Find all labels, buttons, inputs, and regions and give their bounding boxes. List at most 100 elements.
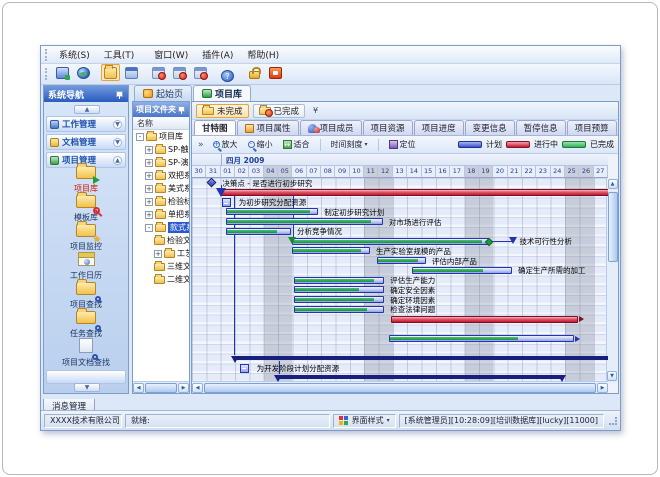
collapse-icon[interactable]: - <box>145 224 153 232</box>
globe-button[interactable] <box>74 64 93 81</box>
locate-button[interactable]: 定位 <box>386 138 419 151</box>
chevron-down-icon[interactable]: ▼ <box>113 120 122 129</box>
window-layout-button[interactable] <box>122 64 141 81</box>
filter-overflow-button[interactable]: ¥ <box>309 106 322 115</box>
group-task-icon[interactable] <box>222 198 231 207</box>
gantt-tab[interactable]: 变更信息 <box>465 120 515 135</box>
resize-grip[interactable] <box>609 417 617 425</box>
logout-button[interactable] <box>266 64 285 81</box>
expand-icon[interactable]: + <box>154 250 162 258</box>
tree-horizontal-scrollbar[interactable]: ◀ ▶ <box>133 381 189 393</box>
tab-project-library[interactable]: 项目库 <box>193 85 251 101</box>
task-bar[interactable] <box>412 267 512 274</box>
expand-icon[interactable]: + <box>145 146 153 154</box>
task-bar[interactable] <box>389 335 574 342</box>
scroll-left-icon[interactable]: ◀ <box>133 383 144 393</box>
scroll-left-icon[interactable]: ◀ <box>192 383 203 393</box>
task-bar[interactable] <box>226 218 383 225</box>
time-scale-button[interactable]: 时间刻度 ▾ <box>328 138 371 151</box>
gantt-vertical-scrollbar[interactable]: ▲ ▼ <box>606 178 618 383</box>
task-bar[interactable] <box>292 238 489 245</box>
summary-bar[interactable] <box>278 375 562 379</box>
task-bar[interactable] <box>226 228 291 235</box>
pin-icon[interactable] <box>115 90 124 99</box>
expand-icon[interactable]: + <box>145 172 153 180</box>
gantt-toolbar-overflow-button[interactable]: » <box>196 140 206 150</box>
scroll-thumb[interactable] <box>145 383 177 393</box>
finished-filter-button[interactable]: 已完成 <box>253 104 306 118</box>
tree-item[interactable]: 检验文件 <box>133 234 189 247</box>
pin-icon[interactable] <box>177 105 186 114</box>
menu-item[interactable]: 窗口(W) <box>147 49 195 63</box>
sidebar-partial-section[interactable] <box>46 370 126 384</box>
expand-icon[interactable]: + <box>145 159 153 167</box>
menu-item[interactable]: 系统(S) <box>52 49 97 63</box>
tree-item[interactable]: +检验标准 <box>133 195 189 208</box>
tree-item[interactable]: 二维文件 <box>133 273 189 286</box>
unfinished-filter-button[interactable]: 未完成 <box>196 104 249 118</box>
gantt-tab[interactable]: 暂停信息 <box>516 120 566 135</box>
gantt-tab[interactable]: 项目成员 <box>300 120 362 135</box>
sidebar-section-1[interactable]: 文档管理▼ <box>46 134 126 150</box>
monitor-button[interactable] <box>53 64 72 81</box>
tree-item[interactable]: +单把系列 <box>133 208 189 221</box>
gantt-grid[interactable]: 决策点 - 是否进行初步研究为初步研究分配资源制定初步研究计划对市场进行评估分析… <box>192 178 608 383</box>
open-folder-button[interactable] <box>101 64 120 81</box>
tree-item[interactable]: +工艺文件 <box>133 247 189 260</box>
sidebar-item-0[interactable]: 项目库 <box>44 164 128 193</box>
scroll-thumb[interactable] <box>204 383 596 393</box>
scroll-down-icon[interactable]: ▼ <box>607 371 617 381</box>
tab-start-page[interactable]: 起始页 <box>134 85 192 101</box>
tree-item[interactable]: -款式系列 <box>133 221 189 234</box>
interface-style-button[interactable]: 界面样式 ▾ <box>333 414 396 428</box>
scroll-up-icon[interactable]: ▲ <box>608 179 618 189</box>
scroll-right-icon[interactable]: ▶ <box>178 383 189 393</box>
expand-icon[interactable]: + <box>145 198 153 206</box>
sidebar-item-6[interactable]: 项目文档查找 <box>44 338 128 367</box>
task-bar[interactable] <box>294 286 384 293</box>
sidebar-item-5[interactable]: 任务查找 <box>44 309 128 338</box>
gantt-horizontal-scrollbar[interactable]: ◀ ▶ <box>192 381 608 393</box>
help-button[interactable] <box>218 67 237 84</box>
tree-item[interactable]: 三维文件 <box>133 260 189 273</box>
expand-icon[interactable]: + <box>145 211 153 219</box>
sidebar-item-2[interactable]: ★项目监控 <box>44 222 128 251</box>
tree-column-header[interactable]: 名称 <box>133 117 189 130</box>
sidebar-item-4[interactable]: 项目查找 <box>44 280 128 309</box>
menu-item[interactable]: 插件(A) <box>195 49 240 63</box>
tree-item[interactable]: +美式系列 <box>133 182 189 195</box>
task-bar[interactable] <box>294 277 384 284</box>
zoom-in-button[interactable]: + 放大 <box>210 138 241 151</box>
task-bar[interactable] <box>226 208 319 215</box>
tree-item[interactable]: +SP-演示机系 <box>133 156 189 169</box>
gantt-tab[interactable]: 甘特图 <box>194 120 236 135</box>
menu-grip[interactable] <box>45 49 48 61</box>
scroll-thumb[interactable] <box>608 192 618 262</box>
tree-item[interactable]: +双把系列 <box>133 169 189 182</box>
sidebar-item-3[interactable]: 工作日历 <box>44 251 128 280</box>
sidebar-section-0[interactable]: 工作管理▼ <box>46 116 126 132</box>
gantt-tab[interactable]: 项目进度 <box>414 120 464 135</box>
toolbar-grip[interactable] <box>45 68 48 80</box>
zoom-out-button[interactable]: - 缩小 <box>245 138 276 151</box>
task-bar[interactable] <box>292 247 369 254</box>
tree-item[interactable]: -项目库 <box>133 130 189 143</box>
in-progress-bar[interactable] <box>221 189 608 196</box>
task-bar[interactable] <box>377 257 426 264</box>
project-window-button-1[interactable] <box>149 64 168 81</box>
collapse-icon[interactable]: - <box>136 133 144 141</box>
gantt-tab[interactable]: 项目资源 <box>363 120 413 135</box>
summary-bar[interactable] <box>235 356 608 360</box>
sidebar-scroll-up-button[interactable]: ▲ <box>74 105 100 114</box>
menu-item[interactable]: 帮助(H) <box>240 49 286 63</box>
tree-item[interactable]: +SP-触式机系 <box>133 143 189 156</box>
scroll-right-icon[interactable]: ▶ <box>597 383 608 393</box>
project-window-button-2[interactable] <box>170 64 189 81</box>
task-bar[interactable] <box>294 306 384 313</box>
chevron-down-icon[interactable]: ▼ <box>113 138 122 147</box>
sidebar-scroll-down-button[interactable]: ▼ <box>74 383 100 392</box>
lock-button[interactable] <box>245 64 264 81</box>
group-task-icon[interactable] <box>240 364 249 373</box>
menu-item[interactable]: 工具(T) <box>97 49 142 63</box>
sidebar-item-1[interactable]: 模板库 <box>44 193 128 222</box>
